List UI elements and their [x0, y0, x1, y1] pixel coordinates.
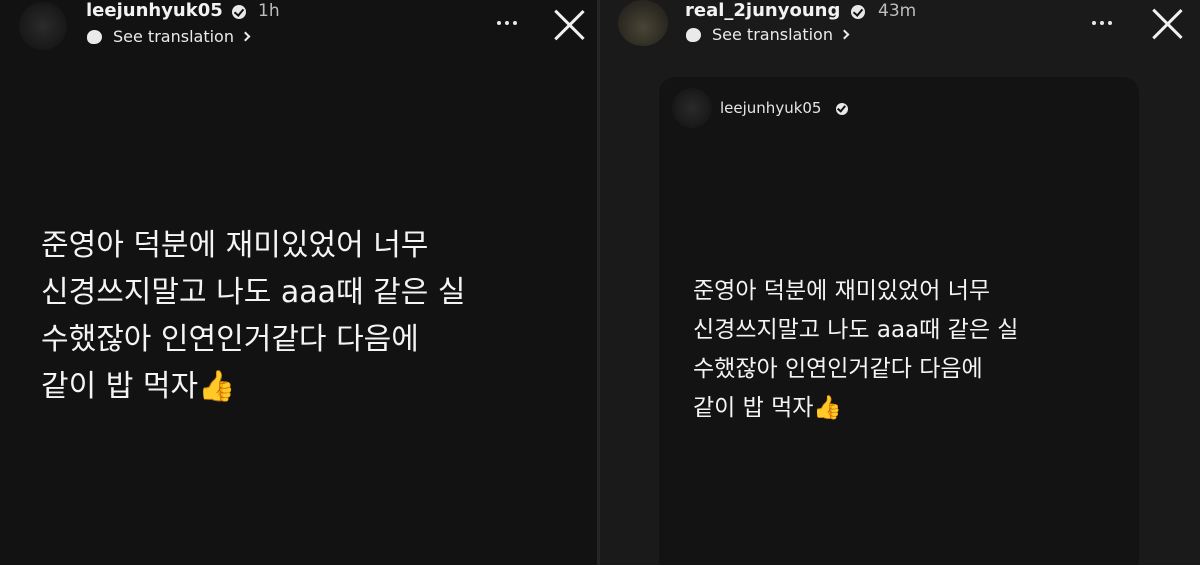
verified-icon: [851, 5, 865, 19]
see-translation-label: See translation: [113, 27, 234, 46]
username[interactable]: real_2junyoung: [685, 0, 840, 21]
close-icon[interactable]: [552, 8, 586, 42]
chevron-right-icon: [839, 29, 850, 40]
see-translation-link[interactable]: See translation: [686, 25, 850, 44]
translate-icon: [87, 29, 102, 44]
see-translation-link[interactable]: See translation: [87, 27, 251, 46]
username[interactable]: leejunhyuk05: [86, 0, 223, 21]
avatar[interactable]: [19, 2, 67, 50]
shared-post-text: 준영아 덕분에 재미있었어 너무 신경쓰지말고 나도 aaa때 같은 실 수했잖…: [693, 278, 1019, 421]
timestamp: 43m: [878, 1, 917, 21]
more-options-icon[interactable]: [1092, 21, 1112, 25]
verified-icon: [232, 5, 246, 19]
more-options-icon[interactable]: [497, 21, 517, 25]
translate-icon: [686, 27, 701, 42]
chevron-right-icon: [240, 31, 251, 42]
avatar[interactable]: [618, 0, 668, 46]
shared-post-username: leejunhyuk05: [720, 99, 822, 117]
close-icon[interactable]: [1150, 7, 1184, 41]
timestamp: 1h: [258, 1, 280, 21]
shared-post-avatar: [672, 88, 712, 128]
story-text: 준영아 덕분에 재미있었어 너무 신경쓰지말고 나도 aaa때 같은 실 수했잖…: [41, 228, 466, 404]
verified-icon: [836, 103, 848, 115]
see-translation-label: See translation: [712, 25, 833, 44]
